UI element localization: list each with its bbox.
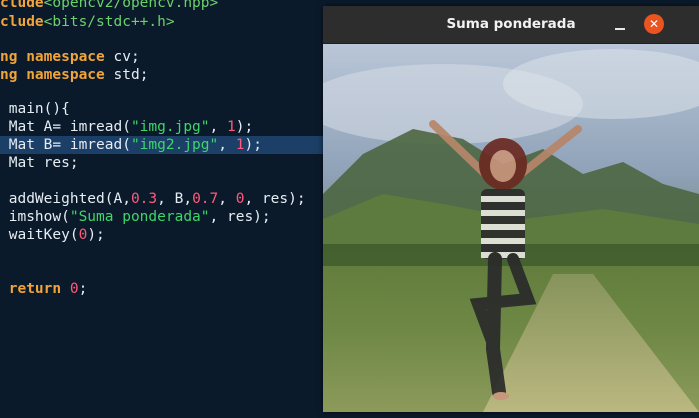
code-token: , — [218, 191, 236, 207]
minimize-icon[interactable] — [611, 16, 629, 34]
code-token: , res); — [209, 209, 271, 225]
code-token: 0 — [69, 281, 79, 297]
blended-image — [323, 44, 699, 412]
code-token: "Suma ponderada" — [69, 209, 210, 225]
code-token: return — [8, 281, 70, 297]
code-token: cv; — [113, 49, 140, 65]
code-token: <opencv2/opencv.hpp> — [43, 0, 219, 11]
code-token: waitKey( — [0, 227, 79, 243]
close-icon[interactable]: ✕ — [644, 14, 664, 34]
code-token: ; — [78, 281, 88, 297]
code-token: 1 — [227, 119, 236, 135]
code-token: , res); — [244, 191, 306, 207]
code-token: <bits/stdc++.h> — [43, 14, 175, 30]
code-token: 0 — [78, 227, 88, 243]
code-token: Mat res; — [0, 155, 79, 171]
code-token: ); — [244, 137, 262, 153]
code-token: namespace — [26, 67, 114, 83]
code-token: clude — [0, 14, 44, 30]
window-title: Suma ponderada — [446, 16, 576, 32]
code-token: , — [209, 119, 227, 135]
code-token: , — [218, 137, 236, 153]
code-token: imshow( — [0, 209, 70, 225]
code-token: Mat B= imread( — [0, 137, 131, 153]
code-token: Mat A= imread( — [0, 119, 131, 135]
code-token: clude — [0, 0, 44, 11]
code-token: main(){ — [0, 101, 70, 117]
window-titlebar[interactable]: Suma ponderada ✕ — [323, 6, 699, 44]
code-token: "img2.jpg" — [130, 137, 219, 153]
code-token: std; — [113, 67, 149, 83]
image-window[interactable]: Suma ponderada ✕ — [323, 6, 699, 412]
code-token: 0.7 — [192, 191, 219, 207]
code-token: ); — [235, 119, 254, 135]
code-token: namespace — [26, 49, 114, 65]
blended-photo — [323, 44, 699, 412]
code-token: ng — [0, 67, 27, 83]
code-token: addWeighted(A, — [0, 191, 131, 207]
code-token: , B, — [157, 191, 193, 207]
code-token: ng — [0, 49, 27, 65]
code-token: 0.3 — [130, 191, 158, 207]
code-token: ); — [87, 227, 105, 243]
code-token: "img.jpg" — [130, 119, 210, 135]
